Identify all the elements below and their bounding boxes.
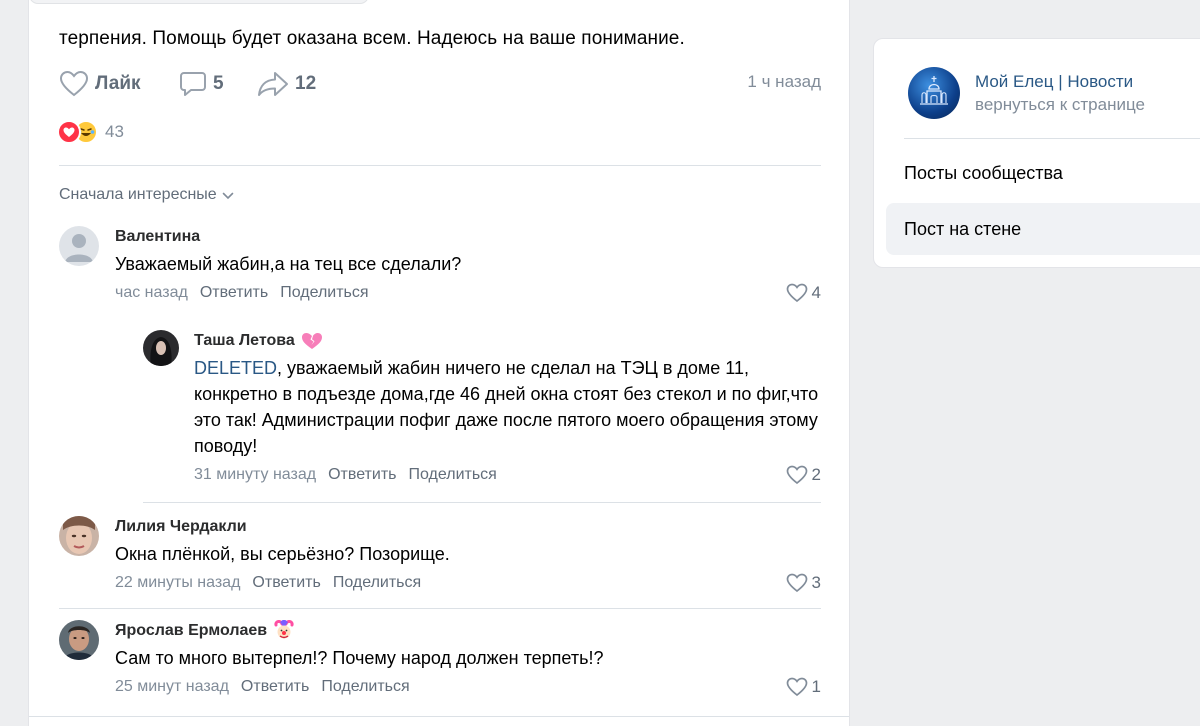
share-button[interactable]: 12	[257, 68, 316, 100]
comment-like-button[interactable]: 2	[786, 464, 821, 486]
group-avatar[interactable]	[908, 67, 960, 119]
comment-icon	[180, 72, 206, 96]
share-link[interactable]: Поделиться	[280, 284, 368, 302]
heart-icon	[786, 573, 807, 593]
comment-text: Сам то много вытерпел!? Почему народ дол…	[115, 648, 604, 668]
reply-button[interactable]: Ответить	[200, 284, 268, 302]
divider	[59, 608, 821, 609]
church-logo-icon	[920, 76, 948, 105]
comment-time[interactable]: 22 минуты назад	[115, 574, 240, 592]
avatar[interactable]	[143, 330, 179, 366]
comment-reply: Таша Летова DELETED, уважаемый жабин нич…	[143, 330, 821, 490]
comment-like-button[interactable]: 1	[786, 676, 821, 698]
comment-like-count: 1	[811, 677, 821, 696]
comments-sort-dropdown[interactable]: Сначала интересные	[59, 186, 234, 204]
comments-button[interactable]: 5	[179, 68, 224, 100]
share-link[interactable]: Поделиться	[321, 678, 409, 696]
divider	[904, 138, 1200, 139]
comment-like-count: 2	[811, 465, 821, 484]
avatar[interactable]	[59, 620, 99, 660]
chevron-down-icon	[222, 192, 234, 200]
reply-button[interactable]: Ответить	[252, 574, 320, 592]
comment-text: Окна плёнкой, вы серьёзно? Позорище.	[115, 544, 450, 564]
divider	[59, 165, 821, 166]
sort-label: Сначала интересные	[59, 186, 217, 203]
shares-count: 12	[295, 73, 317, 94]
sidebar-card: Мой Елец | Новости вернуться к странице …	[873, 38, 1200, 268]
comment-author[interactable]: Валентина	[115, 226, 821, 248]
comment-author[interactable]: Лилия Чердакли	[115, 516, 821, 538]
comment-like-button[interactable]: 4	[786, 282, 821, 304]
comment: Валентина Уважаемый жабин,а на тец все с…	[59, 226, 821, 306]
comments-count: 5	[213, 73, 224, 94]
share-icon	[258, 72, 288, 96]
back-to-page-link[interactable]: вернуться к странице	[975, 95, 1145, 115]
comment-time[interactable]: 31 минуту назад	[194, 466, 316, 484]
heart-icon	[786, 677, 807, 697]
comment-text: Уважаемый жабин,а на тец все сделали?	[115, 254, 462, 274]
broken-heart-icon	[301, 332, 323, 350]
post-card: терпения. Помощь будет оказана всем. Над…	[28, 0, 850, 726]
previous-element-edge	[29, 0, 369, 4]
comment-time[interactable]: 25 минут назад	[115, 678, 229, 696]
reply-button[interactable]: Ответить	[328, 466, 396, 484]
post-actions: Лайк 5 12 1 ч назад	[59, 68, 821, 100]
comment-author[interactable]: Таша Летова	[194, 330, 821, 352]
reactions-summary[interactable]: 43	[57, 118, 124, 146]
comment-like-count: 4	[811, 283, 821, 302]
clown-icon	[273, 620, 295, 642]
menu-item-wall-post[interactable]: Пост на стене	[886, 203, 1200, 255]
like-label: Лайк	[95, 73, 141, 94]
divider	[29, 716, 849, 717]
reply-button[interactable]: Ответить	[241, 678, 309, 696]
comment-like-button[interactable]: 3	[786, 572, 821, 594]
comment-time[interactable]: час назад	[115, 284, 188, 302]
heart-icon	[786, 283, 807, 303]
heart-icon	[786, 465, 807, 485]
menu-item-community-posts[interactable]: Посты сообщества	[886, 147, 1200, 199]
avatar[interactable]	[59, 226, 99, 266]
heart-reaction-icon	[57, 120, 81, 144]
comment-author[interactable]: Ярослав Ермолаев	[115, 620, 821, 642]
post-time[interactable]: 1 ч назад	[747, 72, 821, 92]
avatar[interactable]	[59, 516, 99, 556]
divider	[143, 502, 821, 503]
comment: Лилия Чердакли Окна плёнкой, вы серьёзно…	[59, 516, 821, 598]
group-name[interactable]: Мой Елец | Новости	[975, 72, 1145, 92]
post-text: терпения. Помощь будет оказана всем. Над…	[59, 28, 685, 49]
share-link[interactable]: Поделиться	[408, 466, 496, 484]
heart-icon	[59, 70, 89, 97]
group-header[interactable]: Мой Елец | Новости вернуться к странице	[908, 65, 1145, 121]
mention-link[interactable]: DELETED	[194, 358, 277, 378]
share-link[interactable]: Поделиться	[333, 574, 421, 592]
reactions-count: 43	[105, 122, 124, 141]
comment: Ярослав Ермолаев Сам то много вытерпел!?…	[59, 620, 821, 702]
like-button[interactable]: Лайк	[59, 68, 141, 100]
comment-like-count: 3	[811, 573, 821, 592]
comment-text: DELETED, уважаемый жабин ничего не сдела…	[194, 358, 819, 456]
